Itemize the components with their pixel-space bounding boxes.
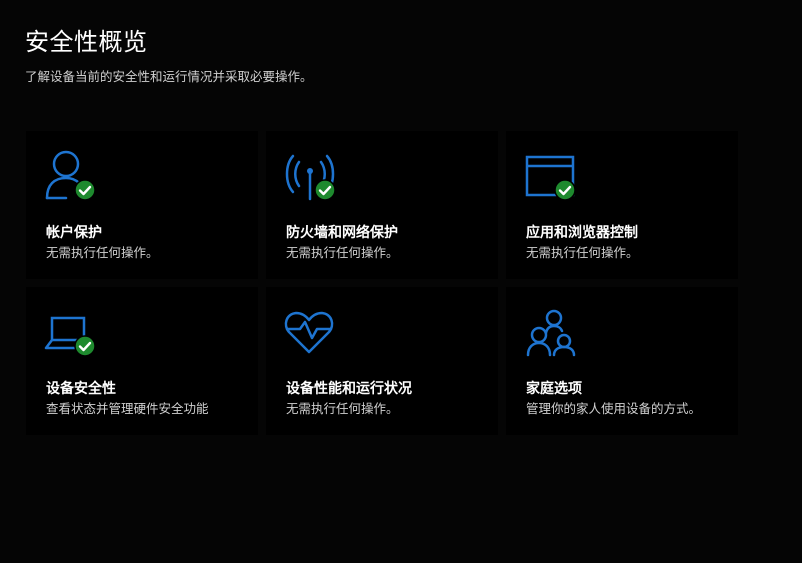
tile-description: 无需执行任何操作。 <box>286 245 399 260</box>
checkmark-badge-icon <box>74 335 96 357</box>
tile-app-browser-control[interactable]: 应用和浏览器控制 无需执行任何操作。 <box>506 131 738 279</box>
tile-description: 管理你的家人使用设备的方式。 <box>526 401 702 416</box>
tile-title: 设备安全性 <box>46 381 116 397</box>
tile-family-options[interactable]: 家庭选项 管理你的家人使用设备的方式。 <box>506 287 738 435</box>
tile-title: 防火墙和网络保护 <box>286 225 398 241</box>
security-tiles-grid: 帐户保护 无需执行任何操作。 防火墙和网络保护 无需执行任何操作。 应用和浏览器… <box>26 131 738 435</box>
tile-device-security[interactable]: 设备安全性 查看状态并管理硬件安全功能 <box>26 287 258 435</box>
checkmark-badge-icon <box>74 179 96 201</box>
tile-title: 家庭选项 <box>526 381 582 397</box>
tile-title: 帐户保护 <box>46 225 102 241</box>
tile-title: 应用和浏览器控制 <box>526 225 638 241</box>
tile-account-protection[interactable]: 帐户保护 无需执行任何操作。 <box>26 131 258 279</box>
checkmark-badge-icon <box>314 179 336 201</box>
tile-firewall-network-protection[interactable]: 防火墙和网络保护 无需执行任何操作。 <box>266 131 498 279</box>
security-overview-page: 安全性概览 了解设备当前的安全性和运行情况并采取必要操作。 帐户保护 无需执行任… <box>0 0 802 563</box>
checkmark-badge-icon <box>554 179 576 201</box>
tile-device-performance-health[interactable]: 设备性能和运行状况 无需执行任何操作。 <box>266 287 498 435</box>
heart-pulse-icon <box>284 305 340 361</box>
family-icon <box>524 305 580 361</box>
page-subtitle: 了解设备当前的安全性和运行情况并采取必要操作。 <box>25 69 313 84</box>
tile-title: 设备性能和运行状况 <box>286 381 412 397</box>
tile-description: 查看状态并管理硬件安全功能 <box>46 401 209 416</box>
tile-description: 无需执行任何操作。 <box>46 245 159 260</box>
tile-description: 无需执行任何操作。 <box>286 401 399 416</box>
tile-description: 无需执行任何操作。 <box>526 245 639 260</box>
page-title: 安全性概览 <box>25 28 148 56</box>
